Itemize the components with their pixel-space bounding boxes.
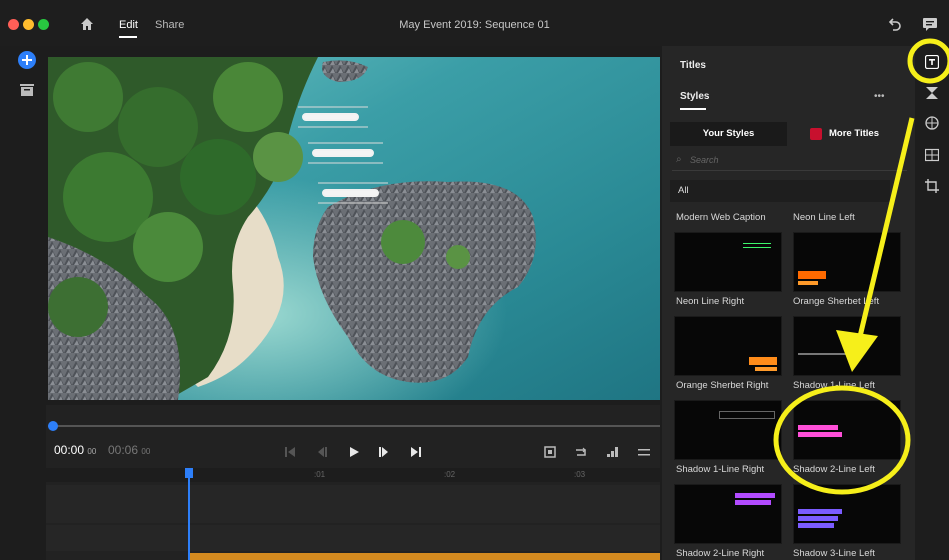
title-style-label: Shadow 2-Line Left [793, 464, 875, 475]
step-back-icon[interactable] [316, 445, 328, 463]
title-style-tile[interactable] [793, 232, 901, 292]
title-style-tile[interactable] [793, 400, 901, 460]
title-style-label: Shadow 1-Line Right [676, 464, 765, 475]
your-styles-tab[interactable]: Your Styles [670, 122, 787, 146]
more-titles-label: More Titles [829, 128, 879, 139]
title-style-tile[interactable] [674, 484, 782, 544]
scrubber-playhead-handle[interactable] [48, 421, 58, 431]
timeline-area: 00:00 00 00:06 00 :01 :02 :03 [46, 405, 660, 560]
transitions-icon[interactable] [925, 86, 939, 100]
title-style-label: Orange Sherbet Left [793, 296, 880, 307]
title-style-label: Shadow 3-Line Left [793, 548, 875, 559]
tile-preview-line [743, 243, 771, 244]
tile-preview-box [798, 281, 818, 285]
duration-timecode: 00:06 00 [108, 443, 151, 457]
program-monitor-video-frame[interactable] [48, 57, 660, 400]
current-timecode: 00:00 00 [54, 443, 97, 457]
volume-icon[interactable] [606, 445, 618, 463]
title-style-label: Modern Web Caption [676, 212, 766, 223]
feedback-icon[interactable] [921, 15, 939, 33]
timeline-ruler[interactable]: :01 :02 :03 [46, 468, 660, 482]
title-style-tile[interactable] [793, 484, 901, 544]
go-to-end-icon[interactable] [410, 445, 422, 463]
window-title: May Event 2019: Sequence 01 [399, 19, 550, 31]
tile-preview-line [798, 353, 854, 355]
tile-preview-box [798, 516, 838, 521]
tile-preview-box [798, 432, 842, 437]
tile-preview-box [798, 425, 838, 430]
search-placeholder: Search [690, 155, 719, 165]
tile-preview-box [798, 509, 842, 514]
title-style-label: Neon Line Left [793, 212, 855, 223]
fit-frame-icon[interactable] [544, 445, 556, 463]
title-style-label: Shadow 2-Line Right [676, 548, 765, 559]
your-styles-label: Your Styles [702, 128, 755, 139]
right-icon-rail [915, 40, 949, 560]
timeline-playhead[interactable] [188, 468, 190, 560]
go-to-start-icon[interactable] [284, 445, 296, 463]
video-clip[interactable] [188, 553, 660, 560]
ruler-mark: :02 [444, 470, 456, 479]
timeline-track[interactable] [46, 485, 660, 523]
search-field[interactable]: ⌕ Search [672, 152, 907, 171]
tab-styles[interactable]: Styles [680, 91, 709, 102]
title-style-tile[interactable] [674, 316, 782, 376]
undo-icon[interactable] [887, 16, 905, 32]
ruler-mark: :01 [314, 470, 326, 479]
play-icon[interactable] [348, 445, 360, 463]
step-forward-icon[interactable] [378, 445, 390, 463]
loop-icon[interactable] [574, 445, 588, 463]
title-style-label: Neon Line Right [676, 296, 745, 307]
panel-title: Titles [680, 60, 706, 71]
tab-styles-underline [680, 108, 706, 110]
tile-preview-box [735, 493, 775, 498]
filter-label: All [678, 185, 689, 196]
timeline-playhead-handle[interactable] [185, 468, 193, 478]
tile-preview-box [749, 357, 777, 365]
title-style-tile[interactable] [793, 316, 901, 376]
crop-icon[interactable] [925, 179, 939, 193]
title-style-tile[interactable] [674, 232, 782, 292]
tile-preview-box [798, 523, 834, 528]
effects-icon[interactable] [925, 116, 939, 130]
tile-preview-box [719, 411, 775, 419]
search-icon: ⌕ [676, 154, 682, 165]
title-style-tile[interactable] [674, 400, 782, 460]
tab-edit-underline [119, 36, 137, 38]
timeline-track[interactable] [46, 525, 660, 551]
titles-panel: Titles Styles ••• Your Styles More Title… [662, 46, 915, 560]
tile-preview-box [755, 367, 777, 371]
layout-icon[interactable] [924, 148, 940, 162]
lagoon-aerial-image [48, 57, 660, 400]
menu-icon[interactable] [638, 445, 650, 463]
ruler-mark: :03 [574, 470, 586, 479]
left-rail [0, 46, 46, 560]
more-options-button[interactable]: ••• [874, 91, 885, 102]
add-media-icon[interactable] [18, 51, 36, 69]
tile-preview-line [743, 247, 771, 248]
library-icon[interactable] [20, 83, 34, 96]
tile-preview-box [798, 271, 826, 279]
top-bar: Edit Share May Event 2019: Sequence 01 [0, 0, 949, 46]
more-titles-badge-icon [810, 128, 822, 140]
more-titles-tab[interactable]: More Titles [789, 122, 907, 146]
title-style-label: Shadow 1-Line Left [793, 380, 875, 391]
scrubber-track[interactable] [48, 425, 660, 427]
title-style-label: Orange Sherbet Right [676, 380, 769, 391]
filter-dropdown[interactable]: All [670, 180, 890, 202]
titles-icon[interactable] [924, 54, 940, 70]
tile-preview-box [735, 500, 771, 505]
